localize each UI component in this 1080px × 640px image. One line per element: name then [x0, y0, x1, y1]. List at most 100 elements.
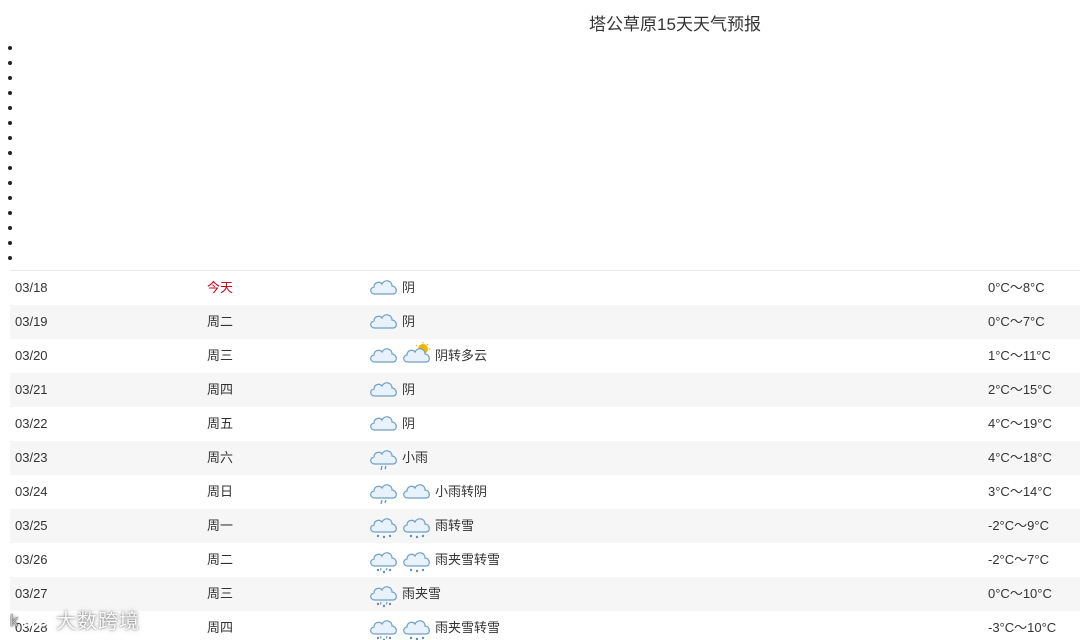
- temperature-range: 4°C～18°C: [988, 450, 1052, 465]
- forecast-weekday: 周六: [207, 450, 234, 465]
- forecast-weekday: 周二: [207, 552, 234, 567]
- snow-icon: [401, 547, 433, 573]
- cloud-icon: [368, 377, 400, 403]
- temperature-range: 4°C～19°C: [988, 416, 1052, 431]
- forecast-date: 03/21: [15, 382, 48, 397]
- forecast-row: 03/22 周五 阴 4°C～19°C: [10, 407, 1080, 441]
- forecast-row: 03/27 周三 雨夹雪 0°C～10°C: [10, 577, 1080, 611]
- weather-condition: 雨夹雪转雪: [435, 552, 501, 567]
- weather-condition: 阴转多云: [435, 348, 488, 363]
- weather-condition: 雨夹雪: [402, 586, 442, 601]
- watermark: k 大数跨境: [10, 605, 140, 634]
- forecast-weekday: 周四: [207, 620, 234, 635]
- forecast-row: 03/24 周日 小雨转阴 3°C～14°C: [10, 475, 1080, 509]
- rain-icon: [368, 445, 400, 471]
- bullet: [8, 241, 12, 245]
- weather-condition: 阴: [402, 280, 416, 295]
- forecast-weekday: 周日: [207, 484, 234, 499]
- forecast-weekday: 今天: [207, 280, 234, 295]
- cloud-icon: [368, 309, 400, 335]
- cloud-icon: [368, 275, 400, 301]
- weather-condition: 小雨: [402, 450, 429, 465]
- forecast-weekday: 周三: [207, 348, 234, 363]
- forecast-weekday: 周三: [207, 586, 234, 601]
- bullet: [8, 136, 12, 140]
- forecast-weather: 雨转雪: [368, 509, 474, 543]
- forecast-date: 03/18: [15, 280, 48, 295]
- forecast-row: 03/20 周三 阴转多云 1°C～11°C: [10, 339, 1080, 373]
- forecast-date: 03/24: [15, 484, 48, 499]
- temperature-range: -2°C～7°C: [988, 552, 1049, 567]
- temperature-range: 0°C～10°C: [988, 586, 1052, 601]
- bullet: [8, 256, 12, 260]
- snow-icon: [401, 513, 433, 539]
- forecast-date: 03/23: [15, 450, 48, 465]
- bullet: [8, 226, 12, 230]
- page-title: 塔公草原15天天气预报: [589, 15, 761, 34]
- svg-text:k: k: [10, 613, 19, 630]
- forecast-weather: 雨夹雪: [368, 577, 441, 611]
- cloud-icon: [368, 343, 400, 369]
- forecast-date: 03/20: [15, 348, 48, 363]
- bullet: [8, 196, 12, 200]
- bullet: [8, 61, 12, 65]
- watermark-text: 大数跨境: [56, 611, 140, 633]
- bullet: [8, 211, 12, 215]
- temperature-range: 0°C～7°C: [988, 314, 1045, 329]
- temperature-range: -2°C～9°C: [988, 518, 1049, 533]
- forecast-weather: 雨夹雪转雪: [368, 611, 500, 640]
- bullet: [8, 166, 12, 170]
- forecast-row: 03/25 周一 雨转雪 -2°C～9°C: [10, 509, 1080, 543]
- bullet: [8, 181, 12, 185]
- forecast-date: 03/19: [15, 314, 48, 329]
- sleet-icon: [368, 547, 400, 574]
- rain-icon: [368, 479, 400, 505]
- temperature-range: 0°C～8°C: [988, 280, 1045, 295]
- forecast-row: 03/21 周四 阴 2°C～15°C: [10, 373, 1080, 407]
- forecast-row: 03/28 周四 雨夹雪转雪 -3°C～10°C: [10, 611, 1080, 640]
- weather-condition: 阴: [402, 382, 416, 397]
- bullet: [8, 106, 12, 110]
- temperature-range: -3°C～10°C: [988, 620, 1057, 635]
- forecast-row: 03/18 今天 阴 0°C～8°C: [10, 271, 1080, 305]
- forecast-weather: 阴: [368, 305, 415, 339]
- weather-condition: 雨转雪: [435, 518, 475, 533]
- cloud-icon: [401, 479, 433, 505]
- temperature-range: 1°C～11°C: [988, 348, 1051, 363]
- forecast-weather: 阴: [368, 271, 415, 305]
- forecast-row: 03/23 周六 小雨 4°C～18°C: [10, 441, 1080, 475]
- forecast-table: 03/18 今天阴 0°C～8°C 03/19 周二阴 0°C～7°C 03/20 周三 阴转多…: [10, 270, 1080, 640]
- forecast-weather: 雨夹雪转雪: [368, 543, 500, 577]
- forecast-weather: 阴: [368, 407, 415, 441]
- forecast-date: 03/26: [15, 552, 48, 567]
- forecast-weather: 小雨: [368, 441, 428, 475]
- snow-icon: [368, 513, 400, 539]
- forecast-row: 03/19 周二 阴 0°C～7°C: [10, 305, 1080, 339]
- cloud-icon: [368, 411, 400, 437]
- forecast-weather: 小雨转阴: [368, 475, 487, 509]
- watermark-logo-icon: k: [10, 612, 49, 630]
- snow-icon: [401, 615, 433, 640]
- forecast-weather: 阴转多云: [368, 339, 487, 373]
- forecast-page: 塔公草原15天天气预报 03/18 今天阴 0°C～8°C 03/19 周二阴 0°C～7…: [0, 0, 1080, 640]
- weather-condition: 雨夹雪转雪: [435, 620, 501, 635]
- forecast-weekday: 周一: [207, 518, 234, 533]
- sun-cloud-icon: [401, 342, 433, 369]
- forecast-row: 03/26 周二 雨夹雪转雪 -2°C～7°C: [10, 543, 1080, 577]
- weather-condition: 阴: [402, 314, 416, 329]
- forecast-date: 03/25: [15, 518, 48, 533]
- temperature-range: 2°C～15°C: [988, 382, 1052, 397]
- bullet-list: [8, 46, 16, 271]
- forecast-weather: 阴: [368, 373, 415, 407]
- forecast-weekday: 周五: [207, 416, 234, 431]
- forecast-weekday: 周四: [207, 382, 234, 397]
- forecast-date: 03/22: [15, 416, 48, 431]
- bullet: [8, 91, 12, 95]
- weather-condition: 小雨转阴: [435, 484, 488, 499]
- bullet: [8, 121, 12, 125]
- bullet: [8, 76, 12, 80]
- sleet-icon: [368, 581, 400, 608]
- weather-condition: 阴: [402, 416, 416, 431]
- bullet: [8, 151, 12, 155]
- sleet-icon: [368, 615, 400, 640]
